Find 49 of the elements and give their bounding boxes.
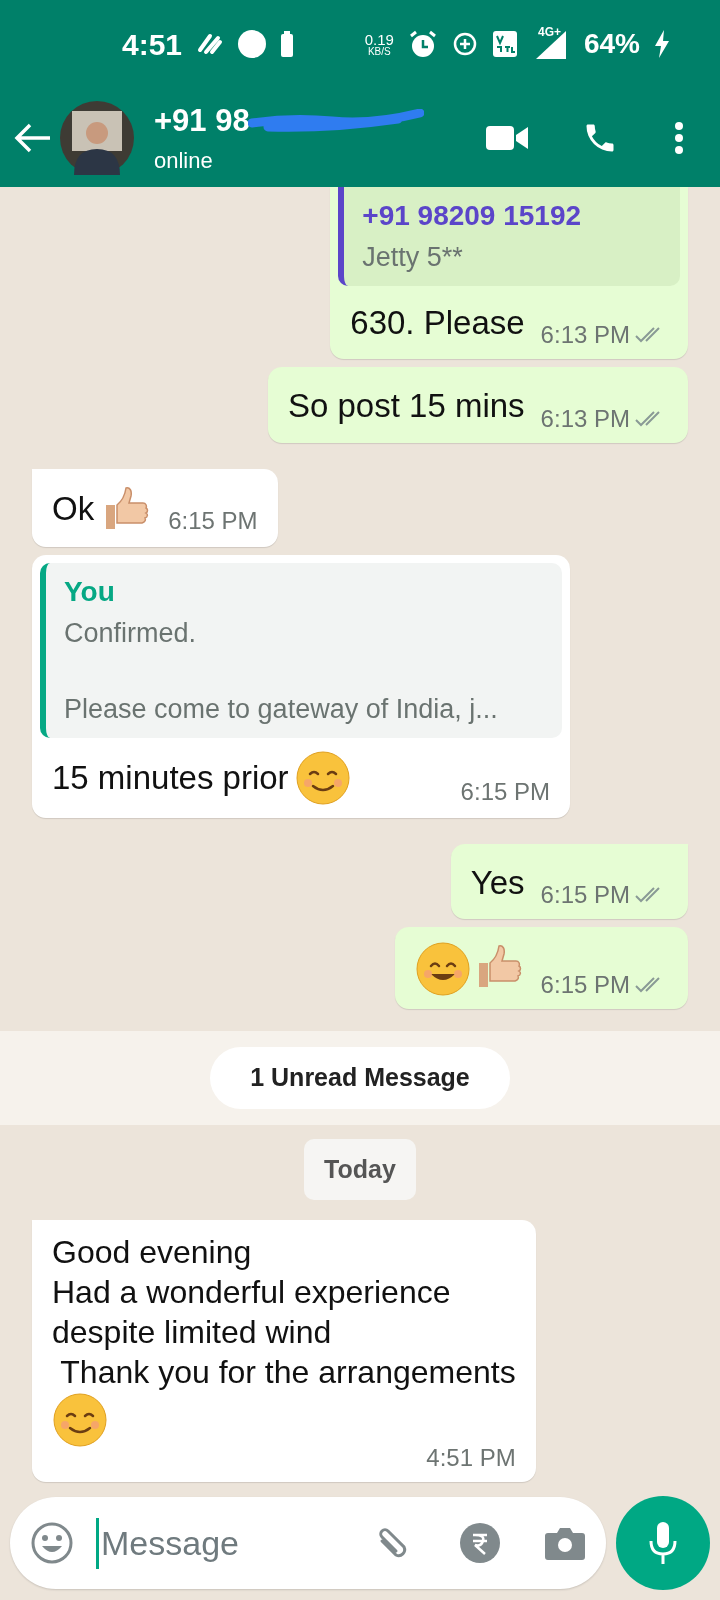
message-text: 630. Please <box>350 302 525 343</box>
contact-name[interactable]: +91 98 <box>154 97 250 145</box>
message-time: 6:15 PM <box>540 880 630 910</box>
message-input[interactable]: Message <box>96 1517 326 1569</box>
quote-text: Confirmed. <box>64 616 198 650</box>
video-call-icon[interactable] <box>486 123 528 152</box>
message-text: Yes <box>470 862 525 903</box>
message-text: Ok <box>52 488 95 529</box>
microphone-icon <box>648 1521 678 1565</box>
message-time: 4:51 PM <box>426 1443 516 1473</box>
charging-icon <box>654 30 670 58</box>
message-time: 6:15 PM <box>460 776 550 807</box>
quote-author: +91 98209 15192 <box>362 199 583 233</box>
rupee-payment-icon[interactable] <box>460 1523 500 1563</box>
emoji-icon[interactable] <box>30 1521 74 1565</box>
message-text: Thank you for the arrangements <box>59 1353 516 1392</box>
message-text: 15 minutes prior <box>52 757 289 798</box>
unread-count: 1 Unread Message <box>210 1047 510 1109</box>
back-arrow-icon[interactable] <box>14 121 52 154</box>
circle-icon <box>238 30 267 58</box>
message-text: So post 15 mins <box>288 386 525 426</box>
message-text: despite limited wind <box>52 1313 333 1352</box>
more-options-icon[interactable] <box>674 120 684 155</box>
message-time: 6:15 PM <box>540 970 630 1000</box>
network-speed: 0.19 <box>364 31 394 47</box>
alarm-icon <box>407 29 438 59</box>
smiling-face-icon <box>414 941 471 997</box>
date-chip: Today <box>304 1138 416 1200</box>
network-type: 4G+ <box>537 24 561 41</box>
camera-icon[interactable] <box>544 1525 586 1561</box>
battery-percent: 64% <box>583 27 640 61</box>
smiling-face-icon <box>294 749 351 806</box>
quote-text: Jetty 5** <box>362 241 464 274</box>
message-time: 6:13 PM <box>540 320 630 350</box>
smiling-face-icon <box>52 1392 108 1448</box>
quote-text: Please come to gateway of India, j... <box>64 693 499 726</box>
speed-unit: KB/S <box>367 46 391 57</box>
volte-icon <box>491 30 518 58</box>
presence-status: online <box>154 147 214 176</box>
app-notification-icon <box>196 32 225 56</box>
message-text: Good evening <box>52 1233 253 1272</box>
data-saver-icon <box>451 31 478 57</box>
quote-author: You <box>64 574 116 609</box>
message-time: 6:13 PM <box>540 403 630 434</box>
avatar[interactable] <box>60 100 134 175</box>
status-time: 4:51 <box>122 26 183 63</box>
battery-icon <box>280 31 295 57</box>
message-time: 6:15 PM <box>168 505 258 536</box>
message-text: Had a wonderful experience <box>52 1273 452 1312</box>
